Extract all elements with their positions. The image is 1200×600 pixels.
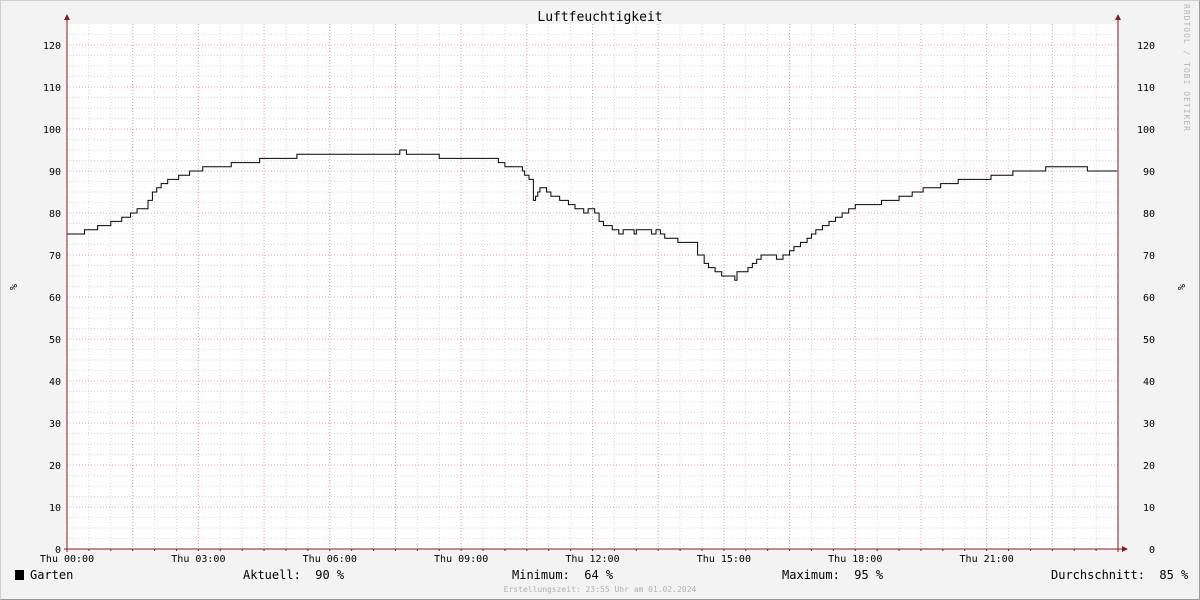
y-tick-label-right: 80	[1143, 209, 1155, 220]
x-tick-label: Thu 15:00	[697, 554, 751, 565]
left-axis-arrow	[64, 14, 70, 20]
y-tick-label-right: 40	[1143, 377, 1155, 388]
x-tick-label: Thu 21:00	[960, 554, 1014, 565]
y-tick-label-right: 60	[1143, 293, 1155, 304]
legend-durchschnitt: Durchschnitt: 85 %	[1051, 568, 1189, 582]
legend-row: Garten Aktuell: 90 % Minimum: 64 % Maxim…	[0, 568, 1200, 584]
y-tick-label-left: 120	[43, 41, 61, 52]
y-tick-label-left: 40	[49, 377, 61, 388]
x-tick-label: Thu 06:00	[303, 554, 357, 565]
y-tick-label-right: 0	[1149, 545, 1155, 556]
y-tick-label-right: 30	[1143, 419, 1155, 430]
legend-maximum: Maximum: 95 %	[782, 568, 884, 582]
y-tick-label-left: 90	[49, 167, 61, 178]
y-tick-label-left: 30	[49, 419, 61, 430]
legend-aktuell: Aktuell: 90 %	[243, 568, 345, 582]
y-tick-label-right: 110	[1137, 83, 1155, 94]
humidity-chart: 0 010 1020 2030 3040 4050 5060 6070 7080 8090 9010…	[7, 14, 1186, 565]
x-tick-label: Thu 09:00	[434, 554, 488, 565]
y-tick-label-left: 10	[49, 503, 61, 514]
x-tick-label: Thu 18:00	[828, 554, 882, 565]
right-axis-arrow	[1115, 14, 1121, 20]
x-tick-label: Thu 00:00	[40, 554, 94, 565]
y-tick-label-left: 60	[49, 293, 61, 304]
y-tick-label-left: 110	[43, 83, 61, 94]
legend-series-name: Garten	[30, 568, 74, 582]
y-tick-label-right: 70	[1143, 251, 1155, 262]
y-tick-label-right: 10	[1143, 503, 1155, 514]
x-tick-label: Thu 03:00	[171, 554, 225, 565]
footer-timestamp: Erstellungszeit: 23:55 Uhr am 01.02.2024	[503, 585, 697, 594]
x-tick-label: Thu 12:00	[565, 554, 619, 565]
y-tick-label-right: 90	[1143, 167, 1155, 178]
y-tick-label-right: 100	[1137, 125, 1155, 136]
legend-minimum: Minimum: 64 %	[512, 568, 614, 582]
y-tick-label-right: 50	[1143, 335, 1155, 346]
y-tick-label-left: 20	[49, 461, 61, 472]
y-tick-label-left: 100	[43, 125, 61, 136]
y-tick-label-left: 80	[49, 209, 61, 220]
y-tick-label-right: 120	[1137, 41, 1155, 52]
y-tick-label-right: 20	[1143, 461, 1155, 472]
y-axis-label-right: %	[1175, 284, 1186, 290]
y-tick-label-left: 70	[49, 251, 61, 262]
x-axis-arrow	[1122, 546, 1128, 552]
y-axis-label-left: %	[7, 284, 18, 290]
y-tick-label-left: 50	[49, 335, 61, 346]
